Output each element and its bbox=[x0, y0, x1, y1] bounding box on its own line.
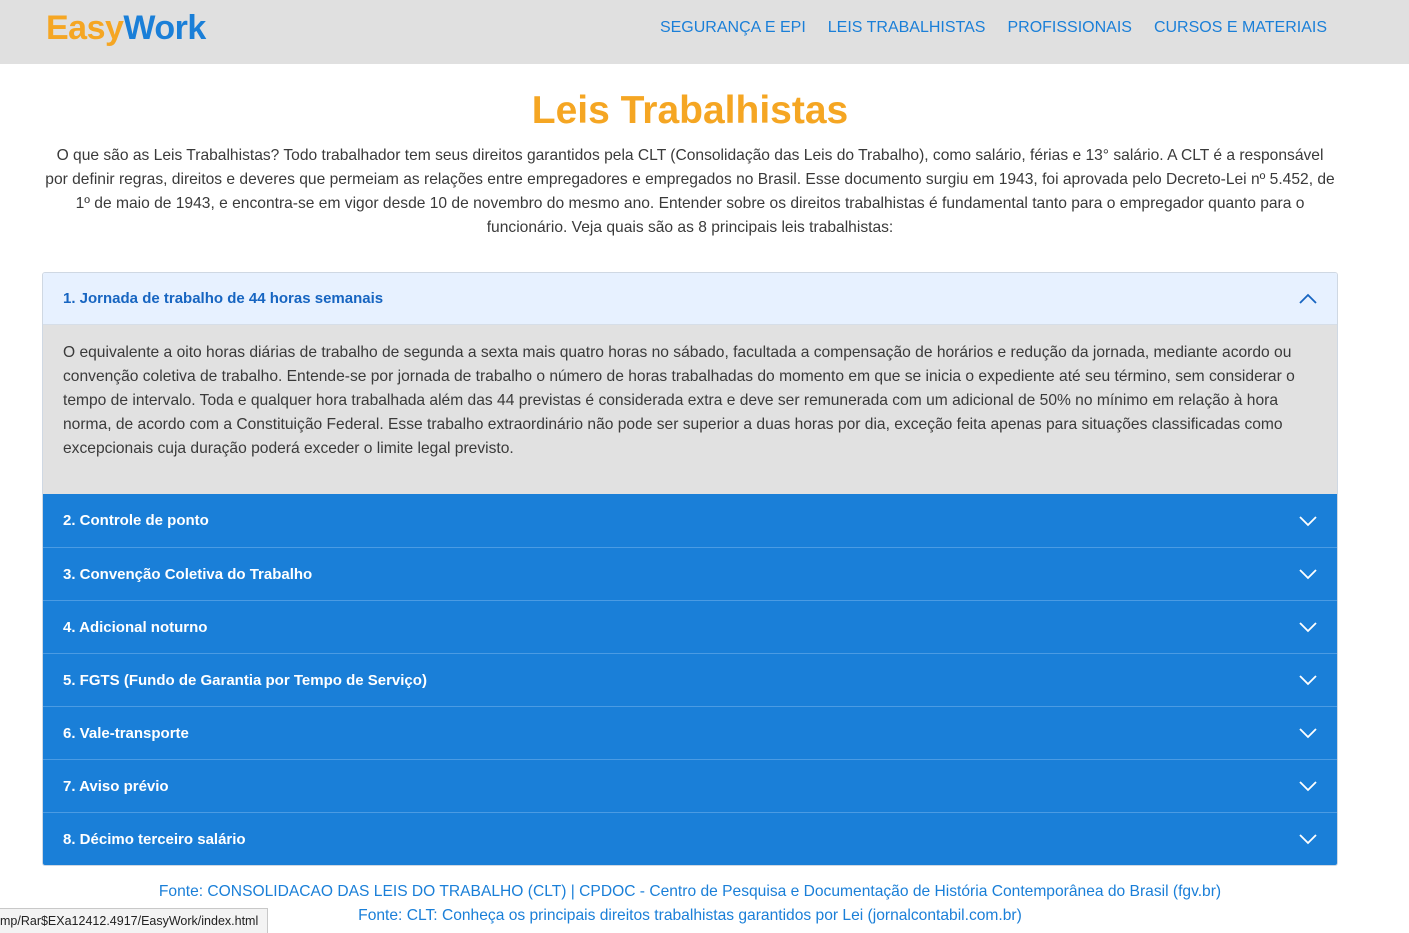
page-title: Leis Trabalhistas bbox=[531, 89, 849, 132]
accordion-header-7[interactable]: 7. Aviso prévio bbox=[43, 759, 1337, 812]
navbar: EasyWork SEGURANÇA E EPI LEIS TRABALHIST… bbox=[0, 0, 1409, 64]
laws-accordion: 1. Jornada de trabalho de 44 horas seman… bbox=[42, 272, 1338, 866]
nav-link-seguranca[interactable]: SEGURANÇA E EPI bbox=[660, 17, 806, 39]
accordion-header-5[interactable]: 5. FGTS (Fundo de Garantia por Tempo de … bbox=[43, 653, 1337, 706]
nav-link-leis[interactable]: LEIS TRABALHISTAS bbox=[828, 17, 986, 39]
chevron-down-icon bbox=[1299, 781, 1317, 792]
accordion-title: 1. Jornada de trabalho de 44 horas seman… bbox=[63, 290, 384, 307]
accordion-header-4[interactable]: 4. Adicional noturno bbox=[43, 600, 1337, 653]
brand-logo-part1: Easy bbox=[46, 9, 124, 47]
accordion-body-1: O equivalente a oito horas diárias de tr… bbox=[43, 325, 1337, 494]
intro-paragraph: O que são as Leis Trabalhistas? Todo tra… bbox=[45, 147, 1335, 236]
main-nav: SEGURANÇA E EPI LEIS TRABALHISTAS PROFIS… bbox=[660, 17, 1327, 39]
brand-logo-part2: Work bbox=[123, 9, 206, 47]
accordion-header-6[interactable]: 6. Vale-transporte bbox=[43, 706, 1337, 759]
accordion-title: 7. Aviso prévio bbox=[63, 777, 169, 795]
nav-link-cursos[interactable]: CURSOS E MATERIAIS bbox=[1154, 17, 1327, 39]
chevron-down-icon bbox=[1299, 834, 1317, 845]
browser-status-bar: mp/Rar$EXa12412.4917/EasyWork/index.html bbox=[0, 908, 268, 933]
accordion-header-1[interactable]: 1. Jornada de trabalho de 44 horas seman… bbox=[43, 273, 1337, 325]
chevron-down-icon bbox=[1299, 675, 1317, 686]
chevron-down-icon bbox=[1299, 728, 1317, 739]
source-link-fgv[interactable]: Fonte: CONSOLIDACAO DAS LEIS DO TRABALHO… bbox=[0, 880, 1380, 904]
chevron-down-icon bbox=[1299, 515, 1317, 526]
accordion-title: 3. Convenção Coletiva do Trabalho bbox=[63, 565, 313, 583]
brand-logo[interactable]: EasyWork bbox=[46, 6, 206, 50]
chevron-up-icon bbox=[1299, 293, 1317, 304]
accordion-title: 8. Décimo terceiro salário bbox=[63, 830, 246, 848]
accordion-title: 6. Vale-transporte bbox=[63, 724, 189, 742]
chevron-down-icon bbox=[1299, 569, 1317, 580]
accordion-header-2[interactable]: 2. Controle de ponto bbox=[43, 494, 1337, 547]
accordion-header-8[interactable]: 8. Décimo terceiro salário bbox=[43, 812, 1337, 865]
accordion-title: 4. Adicional noturno bbox=[63, 618, 208, 636]
accordion-header-3[interactable]: 3. Convenção Coletiva do Trabalho bbox=[43, 547, 1337, 600]
accordion-title: 5. FGTS (Fundo de Garantia por Tempo de … bbox=[63, 671, 427, 689]
chevron-down-icon bbox=[1299, 622, 1317, 633]
nav-link-profissionais[interactable]: PROFISSIONAIS bbox=[1007, 17, 1131, 39]
accordion-title: 2. Controle de ponto bbox=[63, 512, 209, 529]
